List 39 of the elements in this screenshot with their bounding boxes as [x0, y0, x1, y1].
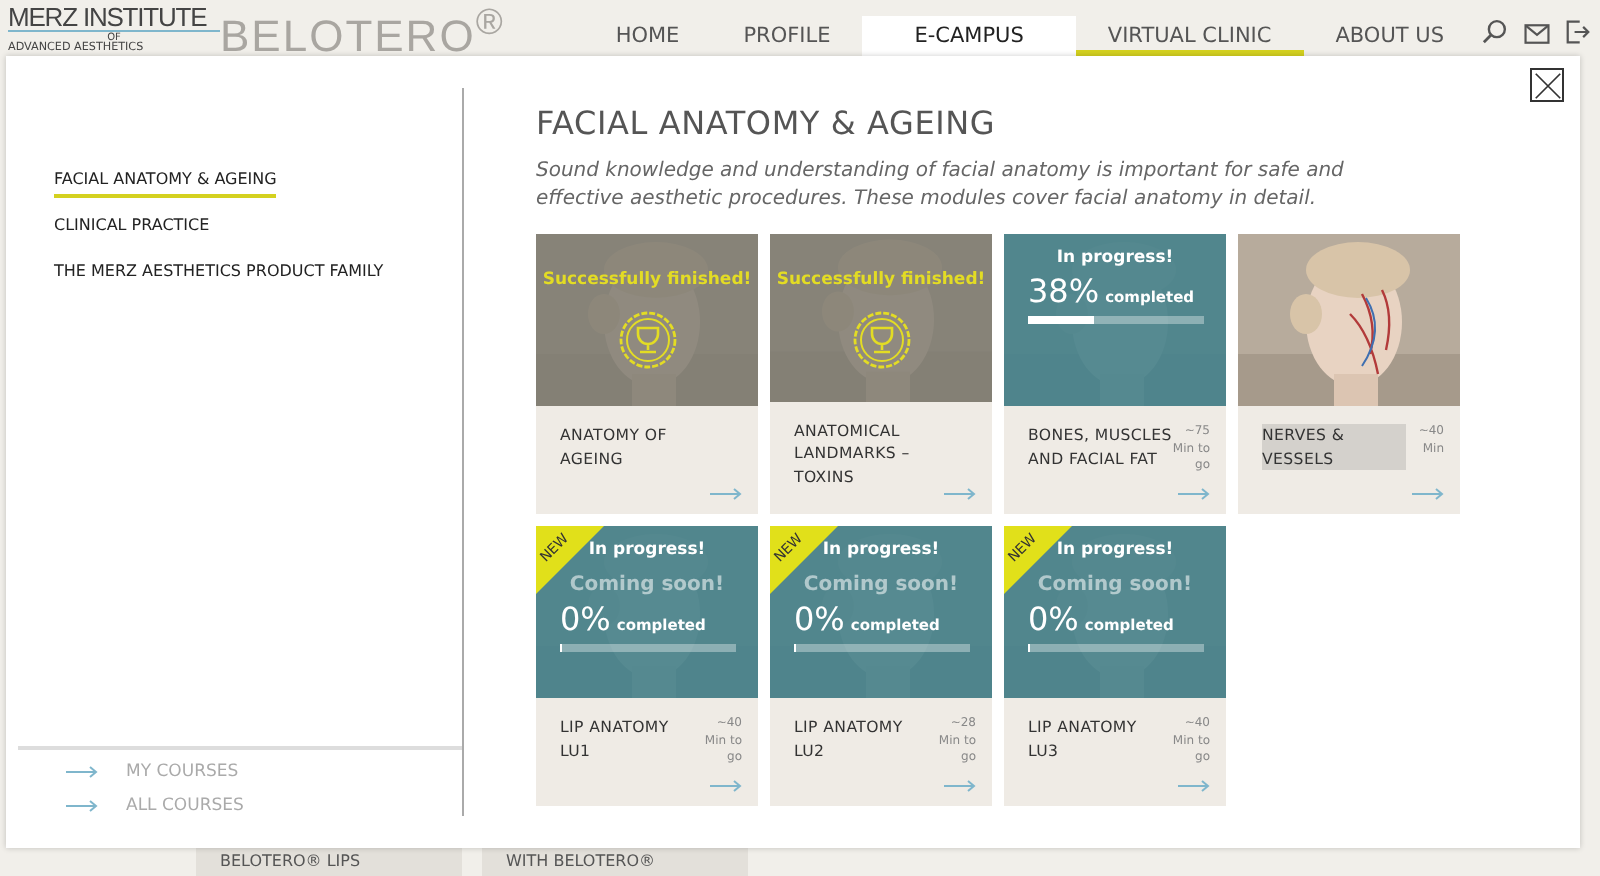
arrow-icon[interactable] — [710, 780, 742, 792]
coming-soon-label: Coming soon! — [569, 574, 725, 596]
brand-logo: BELOTERO$^{®}$ — [220, 0, 505, 63]
section-title: FACIAL ANATOMY & AGEING — [536, 104, 998, 142]
coming-soon-label: Coming soon! — [803, 574, 959, 596]
arrow-icon — [66, 800, 98, 812]
status-label: In progress! — [1056, 540, 1174, 560]
arrow-icon[interactable] — [944, 488, 976, 500]
mail-icon[interactable] — [1524, 24, 1550, 44]
percent-value: 0% — [1028, 600, 1079, 638]
arrow-icon[interactable] — [1178, 780, 1210, 792]
sidebar-item[interactable]: FACIAL ANATOMY & AGEING — [54, 164, 277, 198]
status-label: In progress! — [588, 540, 706, 560]
logout-icon[interactable] — [1566, 20, 1590, 44]
search-icon[interactable] — [1482, 18, 1508, 44]
nav-tab[interactable]: HOME — [583, 16, 712, 56]
arrow-icon[interactable] — [710, 488, 742, 500]
arrow-icon[interactable] — [944, 780, 976, 792]
status-label: Successfully finished! — [542, 270, 752, 290]
intro-text: Sound knowledge and understanding of facial anatomy is important for safe and effective aesthetic procedures. These modules cover facial anatomy in detail. — [536, 158, 1346, 214]
trophy-badge-icon — [617, 310, 677, 370]
nav-tab[interactable]: ABOUT US — [1303, 16, 1476, 56]
logo-text: MERZ INSTITUTE — [8, 4, 209, 30]
sidebar-item[interactable]: THE MERZ AESTHETICS PRODUCT FAMILY — [54, 256, 384, 290]
arrow-icon[interactable] — [1412, 488, 1444, 500]
status-label: Successfully finished! — [776, 270, 986, 290]
trophy-badge-icon — [851, 310, 911, 370]
coming-soon-label: Coming soon! — [1037, 574, 1193, 596]
percent-value: 0% — [794, 600, 845, 638]
percent-value: 0% — [560, 600, 611, 638]
sidebar-item[interactable]: CLINICAL PRACTICE — [54, 210, 210, 244]
arrow-icon[interactable] — [1178, 488, 1210, 500]
close-button[interactable] — [1530, 68, 1564, 102]
nav-tab[interactable]: E-CAMPUS — [862, 16, 1076, 56]
arrow-icon — [66, 766, 98, 778]
status-label: In progress! — [1056, 248, 1174, 268]
percent-value: 38% — [1028, 272, 1100, 310]
nav-tab[interactable]: PROFILE — [711, 16, 863, 56]
status-label: In progress! — [822, 540, 940, 560]
